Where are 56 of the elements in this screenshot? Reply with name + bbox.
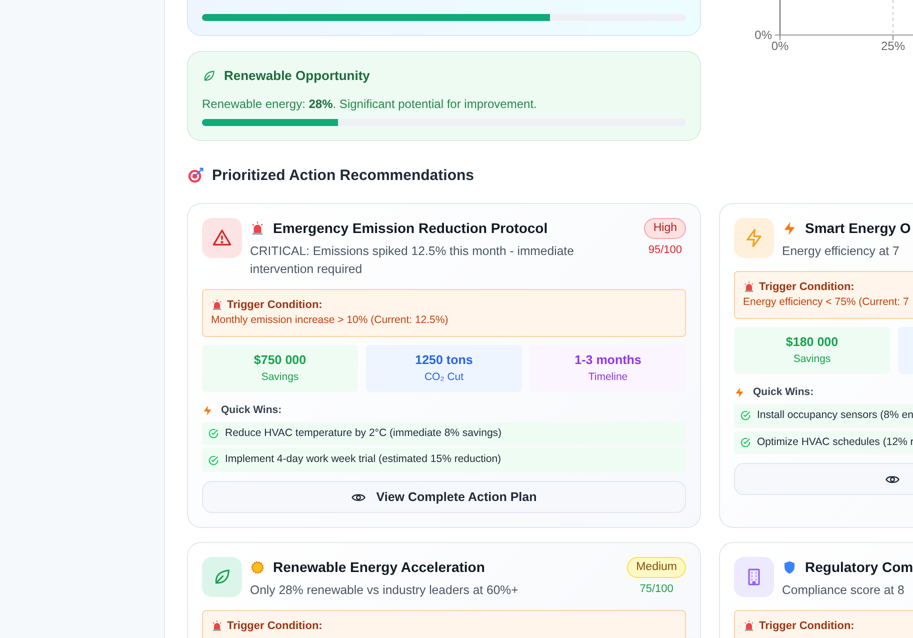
card-title: Renewable Energy Acceleration xyxy=(273,558,485,578)
siren-icon xyxy=(211,298,223,311)
card-title: Regulatory Com xyxy=(805,558,913,578)
sun-icon xyxy=(250,560,265,576)
trigger-label: Trigger Condition: xyxy=(759,618,854,634)
siren-icon xyxy=(211,620,223,632)
target-icon xyxy=(187,167,204,184)
priority-badge: High xyxy=(644,218,686,240)
check-circle-icon xyxy=(740,436,751,448)
metric-value: $750 000 xyxy=(254,352,306,370)
section-heading: Prioritized Action Recommendations xyxy=(212,166,474,186)
priority-badge: Medium xyxy=(627,557,686,578)
card-description: Energy efficiency at 7 xyxy=(782,243,900,260)
x-tick-label: 0% xyxy=(771,39,789,53)
trigger-label: Trigger Condition: xyxy=(227,298,322,313)
metric-label: Timeline xyxy=(588,370,628,385)
lightning-icon xyxy=(744,228,764,248)
lightning-icon xyxy=(202,405,213,416)
y-tick-label: 0% xyxy=(754,28,772,42)
card-title: Emergency Emission Reduction Protocol xyxy=(273,219,548,238)
check-circle-icon xyxy=(740,410,751,422)
leaf-icon xyxy=(202,68,216,83)
card-description: Compliance score at 8 xyxy=(782,582,906,600)
trigger-text: Monthly emission increase > 10% (Current: 12.5%) xyxy=(211,313,450,328)
check-circle-icon xyxy=(208,428,219,440)
trigger-label: Trigger Condition: xyxy=(759,280,854,295)
card-title: Smart Energy O xyxy=(805,219,911,238)
check-circle-icon xyxy=(208,454,219,466)
shield-icon xyxy=(782,560,797,576)
card-description: Only 28% renewable vs industry leaders at 60%+ xyxy=(250,582,520,600)
lightning-icon xyxy=(782,221,797,236)
quick-win-text: Install occupancy sensors (8% en xyxy=(757,408,913,423)
metric-value: $180 000 xyxy=(786,334,838,352)
metric-label: Savings xyxy=(261,370,299,385)
trigger-label: Trigger Condition: xyxy=(227,618,322,634)
metric-label: Savings xyxy=(793,352,831,368)
card-title: Renewable Opportunity xyxy=(224,67,370,85)
card-text: Renewable energy: 28%. Significant potential for improvement. xyxy=(202,96,538,112)
quick-wins-label: Quick Wins: xyxy=(753,385,814,400)
view-plan-button[interactable]: View Complete Action Plan xyxy=(202,481,686,514)
score-text: 95/100 xyxy=(648,243,682,258)
quick-wins-label: Quick Wins: xyxy=(221,402,282,418)
metric-label: CO₂ Cut xyxy=(424,370,464,385)
metric-value: 1250 tons xyxy=(415,352,473,370)
quick-win-text: Implement 4-day work week trial (estimated 15% reduction) xyxy=(225,452,502,468)
score-text: 75/100 xyxy=(640,582,674,598)
lightning-icon xyxy=(734,387,745,398)
x-tick-label: 25% xyxy=(880,39,906,53)
siren-icon xyxy=(743,620,755,632)
trigger-text: Energy efficiency < 75% (Current: 7 xyxy=(743,295,910,310)
metric-value: 1-3 months xyxy=(574,352,642,370)
siren-icon xyxy=(250,221,265,236)
siren-icon xyxy=(743,281,755,294)
warning-icon xyxy=(212,228,232,248)
quick-win-text: Reduce HVAC temperature by 2°C (immediate 8% savings) xyxy=(225,426,502,441)
card-description: CRITICAL: Emissions spiked 12.5% this month - immediate intervention required xyxy=(250,243,575,278)
